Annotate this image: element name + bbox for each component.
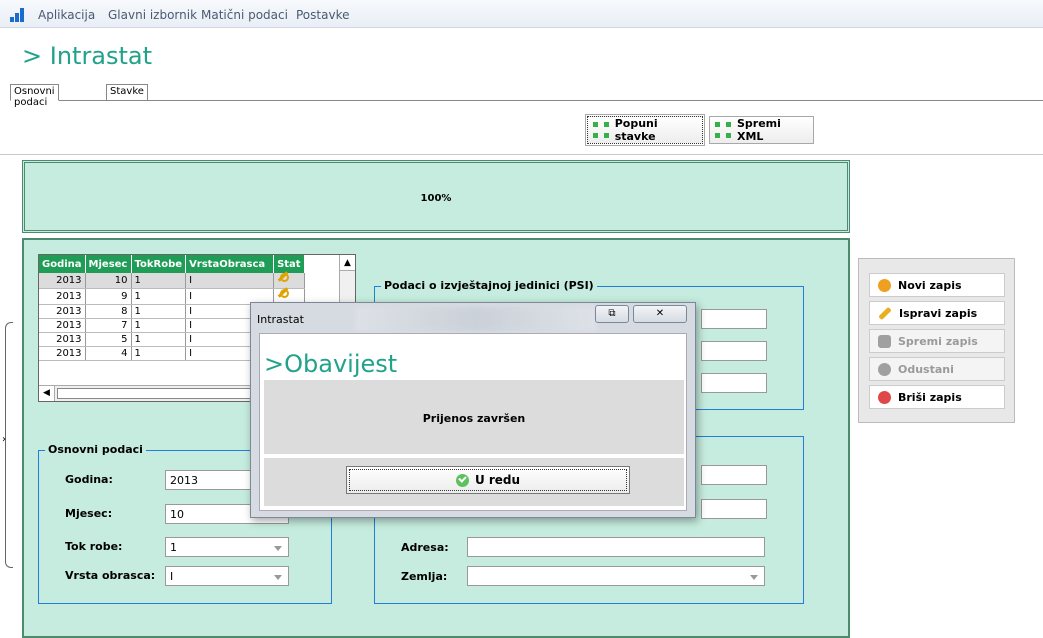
adresa-label: Adresa: [401, 541, 449, 554]
cell-mjesec: 4 [85, 346, 132, 361]
blurred-titlebar-content [356, 307, 596, 331]
expand-arrows-icon [592, 121, 609, 139]
tab-osnovni-podaci[interactable]: Osnovni podaci [10, 84, 59, 108]
cell-godina: 2013 [39, 318, 86, 333]
cell-mjesec: 10 [85, 273, 132, 289]
psi-field-2[interactable] [701, 341, 767, 361]
column-header-mjesec[interactable]: Mjesec [85, 255, 132, 273]
cell-tokrobe: 1 [131, 288, 187, 305]
cell-mjesec: 7 [85, 318, 132, 333]
side-panel-handle[interactable] [5, 322, 13, 568]
cell-tokrobe: 1 [131, 304, 187, 319]
cell-mjesec: 9 [85, 288, 132, 305]
spremi-xml-button[interactable]: Spremi XML [709, 116, 814, 144]
cell-status [273, 273, 305, 289]
tab-divider [10, 100, 1043, 101]
column-header-status[interactable]: Stat [273, 255, 305, 273]
odustani-label: Odustani [898, 362, 954, 376]
cell-godina: 2013 [39, 346, 86, 361]
notification-dialog: Intrastat ⧉ ✕ >Obavijest Prijenos završe… [250, 302, 696, 518]
psi-legend: Podaci o izvještajnoj jedinici (PSI) [381, 279, 597, 292]
menu-glavni-izbornik[interactable]: Glavni izbornik [108, 8, 197, 22]
grid-header-row: Godina Mjesec TokRobe VrstaObrasca Stat [39, 255, 305, 273]
brisi-zapis-label: Briši zapis [898, 390, 962, 404]
menu-maticni-podaci[interactable]: Matični podaci [201, 8, 288, 22]
spremi-zapis-button[interactable]: Spremi zapis [869, 329, 1005, 353]
psi-field-3[interactable] [701, 373, 767, 393]
cell-vrsta: I [185, 273, 275, 289]
save-check-icon [878, 334, 891, 348]
mjesec-label: Mjesec: [65, 507, 113, 520]
zemlja-select[interactable] [467, 566, 765, 586]
pencil-icon [878, 306, 892, 320]
cell-godina: 2013 [39, 304, 86, 319]
osnovni-podaci-legend: Osnovni podaci [45, 443, 146, 456]
dialog-heading: >Obavijest [264, 350, 398, 378]
menu-bar: Aplikacija Glavni izbornik Matični podac… [0, 0, 1043, 28]
close-icon[interactable]: ✕ [633, 305, 687, 323]
brisi-zapis-button[interactable]: Briši zapis [869, 385, 1005, 409]
cancel-icon [878, 362, 891, 376]
column-header-godina[interactable]: Godina [39, 255, 86, 273]
cell-tokrobe: 1 [131, 346, 187, 361]
tok-robe-select[interactable]: 1 [165, 537, 289, 557]
chevron-right-icon[interactable]: › [2, 434, 6, 445]
dialog-message: Prijenos završen [422, 412, 526, 425]
cell-mjesec: 5 [85, 332, 132, 347]
check-icon [455, 473, 469, 487]
psi-field-1[interactable] [701, 309, 767, 329]
minus-icon [878, 390, 891, 404]
popuni-stavke-label: Popuni stavke [614, 117, 658, 143]
ok-button-label: U redu [474, 473, 521, 487]
column-header-tokrobe[interactable]: TokRobe [131, 255, 187, 273]
column-header-vrstaobrasca[interactable]: VrstaObrasca [185, 255, 275, 273]
cell-godina: 2013 [39, 332, 86, 347]
partner-field-2[interactable] [701, 499, 767, 519]
cell-tokrobe: 1 [131, 318, 187, 333]
spremi-xml-label: Spremi XML [736, 117, 781, 143]
plus-icon [878, 278, 891, 292]
godina-label: Godina: [65, 473, 113, 486]
expand-arrows-icon [714, 121, 731, 139]
toolbar-divider [0, 154, 1043, 155]
key-icon [277, 273, 290, 285]
dialog-button-bar: U redu [264, 458, 684, 506]
vrsta-obrasca-label: Vrsta obrasca: [65, 569, 156, 582]
menu-aplikacija[interactable]: Aplikacija [38, 8, 95, 22]
partner-field-1[interactable] [701, 465, 767, 485]
key-icon [277, 289, 290, 301]
dialog-window-title: Intrastat [257, 313, 304, 326]
ispravi-zapis-button[interactable]: Ispravi zapis [869, 301, 1005, 325]
ispravi-zapis-label: Ispravi zapis [899, 306, 978, 320]
popuni-stavke-button[interactable]: Popuni stavke [585, 114, 705, 146]
spremi-zapis-label: Spremi zapis [898, 334, 978, 348]
odustani-button[interactable]: Odustani [869, 357, 1005, 381]
adresa-input[interactable] [467, 537, 765, 557]
novi-zapis-label: Novi zapis [898, 278, 962, 292]
novi-zapis-button[interactable]: Novi zapis [869, 273, 1005, 297]
tab-stavke[interactable]: Stavke [106, 84, 148, 101]
app-icon [10, 8, 24, 22]
scroll-left-arrow-icon[interactable]: ◀ [39, 386, 55, 401]
cell-tokrobe: 1 [131, 273, 187, 289]
dialog-content: >Obavijest Prijenos završen U redu [259, 333, 687, 511]
progress-panel: 100% [22, 160, 850, 233]
cell-tokrobe: 1 [131, 332, 187, 347]
menu-postavke[interactable]: Postavke [296, 8, 349, 22]
table-row[interactable]: 2013 10 1 I [39, 273, 305, 289]
cell-godina: 2013 [39, 288, 86, 305]
scroll-thumb[interactable] [57, 388, 257, 399]
record-actions-panel: Novi zapis Ispravi zapis Spremi zapis Od… [858, 258, 1015, 423]
message-area: Prijenos završen [264, 380, 684, 454]
progress-text: 100% [420, 193, 452, 204]
cell-godina: 2013 [39, 273, 86, 289]
page-title: > Intrastat [22, 42, 153, 70]
vrsta-obrasca-select[interactable]: I [165, 566, 289, 586]
scroll-up-arrow-icon[interactable]: ▲ [340, 255, 355, 271]
zemlja-label: Zemlja: [401, 570, 448, 583]
ok-button[interactable]: U redu [346, 466, 630, 494]
tok-robe-label: Tok robe: [65, 540, 123, 553]
restore-icon[interactable]: ⧉ [595, 305, 629, 323]
cell-mjesec: 8 [85, 304, 132, 319]
